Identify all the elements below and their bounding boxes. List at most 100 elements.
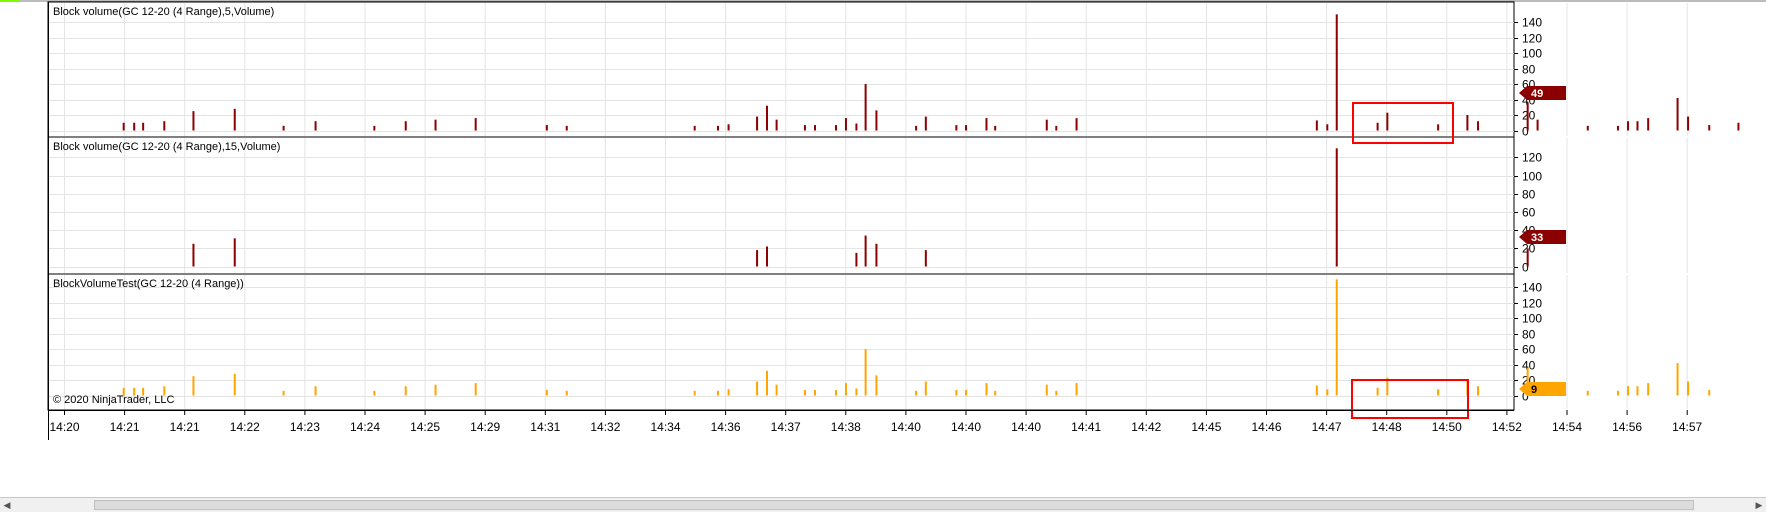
bar bbox=[775, 119, 778, 131]
bar bbox=[282, 390, 285, 396]
bar bbox=[1437, 124, 1440, 131]
last-value-label: 49 bbox=[1531, 88, 1543, 100]
bar bbox=[844, 383, 847, 396]
bar bbox=[434, 119, 437, 131]
bar bbox=[233, 108, 236, 131]
bar bbox=[565, 125, 568, 131]
x-tick-label: 14:21 bbox=[170, 420, 200, 434]
x-tick-label: 14:41 bbox=[1071, 420, 1101, 434]
bar bbox=[122, 122, 125, 131]
bar bbox=[1708, 125, 1711, 131]
bar bbox=[1045, 119, 1048, 131]
bar bbox=[314, 121, 317, 131]
bar bbox=[814, 390, 817, 396]
horizontal-scrollbar[interactable]: ◀ ▶ bbox=[0, 497, 1766, 512]
scroll-left-arrow-icon[interactable]: ◀ bbox=[0, 498, 14, 512]
panel-1: 020406080100120140Block volume(GC 12-20 … bbox=[47, 1, 1740, 139]
bar bbox=[1335, 279, 1338, 396]
bar bbox=[1437, 389, 1440, 396]
y-tick-label: 120 bbox=[1522, 297, 1542, 311]
x-tick-label: 14:23 bbox=[290, 420, 320, 434]
bar bbox=[855, 388, 858, 396]
bar bbox=[1386, 112, 1389, 131]
bar bbox=[693, 390, 696, 396]
bar bbox=[955, 125, 958, 131]
scrollbar-thumb[interactable] bbox=[94, 500, 1694, 510]
y-tick-label: 60 bbox=[1522, 206, 1536, 220]
x-tick-label: 14:46 bbox=[1251, 420, 1281, 434]
bar bbox=[1335, 148, 1338, 267]
bar bbox=[1647, 383, 1650, 396]
x-tick-label: 14:25 bbox=[410, 420, 440, 434]
bar bbox=[1326, 389, 1329, 396]
x-tick-label: 14:36 bbox=[711, 420, 741, 434]
x-tick-label: 14:34 bbox=[650, 420, 680, 434]
x-tick-label: 14:45 bbox=[1191, 420, 1221, 434]
bar bbox=[404, 121, 407, 131]
x-tick-label: 14:57 bbox=[1672, 420, 1702, 434]
bar bbox=[1075, 118, 1078, 131]
bar bbox=[1616, 390, 1619, 396]
bar bbox=[915, 390, 918, 396]
last-value-label: 9 bbox=[1531, 384, 1537, 396]
bar bbox=[233, 373, 236, 396]
bar bbox=[1315, 120, 1318, 131]
bar bbox=[864, 84, 867, 131]
bar bbox=[373, 390, 376, 396]
bar bbox=[717, 390, 720, 396]
y-tick-label: 140 bbox=[1522, 16, 1542, 30]
bar bbox=[1647, 118, 1650, 131]
x-tick-label: 14:21 bbox=[110, 420, 140, 434]
bar bbox=[142, 122, 145, 131]
bar bbox=[404, 386, 407, 396]
bar bbox=[1737, 122, 1740, 131]
bar bbox=[864, 235, 867, 267]
x-tick-label: 14:32 bbox=[590, 420, 620, 434]
scroll-right-arrow-icon[interactable]: ▶ bbox=[1752, 498, 1766, 512]
bar bbox=[163, 121, 166, 131]
bar bbox=[875, 375, 878, 396]
bar bbox=[133, 122, 136, 131]
chart-container[interactable]: 020406080100120140Block volume(GC 12-20 … bbox=[0, 0, 1766, 512]
bar bbox=[192, 243, 195, 267]
x-tick-label: 14:37 bbox=[771, 420, 801, 434]
bar bbox=[775, 384, 778, 396]
bar bbox=[1586, 390, 1589, 396]
bar bbox=[915, 125, 918, 131]
bar bbox=[233, 238, 236, 267]
bar bbox=[1627, 121, 1630, 131]
y-tick-label: 100 bbox=[1522, 47, 1542, 61]
bar bbox=[545, 390, 548, 396]
window-top-accent bbox=[0, 0, 20, 2]
bar bbox=[314, 386, 317, 396]
bar bbox=[1636, 121, 1639, 131]
bar bbox=[1676, 97, 1679, 131]
bar bbox=[924, 250, 927, 267]
bar bbox=[1055, 390, 1058, 396]
x-tick-label: 14:22 bbox=[230, 420, 260, 434]
bar bbox=[924, 116, 927, 131]
bar bbox=[1687, 381, 1690, 396]
bar bbox=[765, 370, 768, 396]
x-tick-label: 14:54 bbox=[1552, 420, 1582, 434]
bar bbox=[693, 125, 696, 131]
y-tick-label: 20 bbox=[1522, 109, 1536, 123]
bar bbox=[756, 381, 759, 396]
bar bbox=[875, 110, 878, 131]
bar bbox=[1376, 387, 1379, 396]
x-tick-label: 14:42 bbox=[1131, 420, 1161, 434]
bar bbox=[1636, 386, 1639, 396]
bar bbox=[192, 376, 195, 396]
bar bbox=[1687, 116, 1690, 131]
bar bbox=[834, 125, 837, 131]
bar bbox=[855, 123, 858, 131]
panel-title: BlockVolumeTest(GC 12-20 (4 Range)) bbox=[53, 278, 244, 290]
bar bbox=[717, 125, 720, 131]
bar bbox=[1335, 14, 1338, 131]
panel-2: 020406080100120Block volume(GC 12-20 (4 … bbox=[47, 136, 1688, 275]
bar bbox=[844, 118, 847, 131]
bar bbox=[1477, 386, 1480, 396]
bar bbox=[803, 390, 806, 396]
x-tick-label: 14:31 bbox=[530, 420, 560, 434]
bar bbox=[1627, 386, 1630, 396]
